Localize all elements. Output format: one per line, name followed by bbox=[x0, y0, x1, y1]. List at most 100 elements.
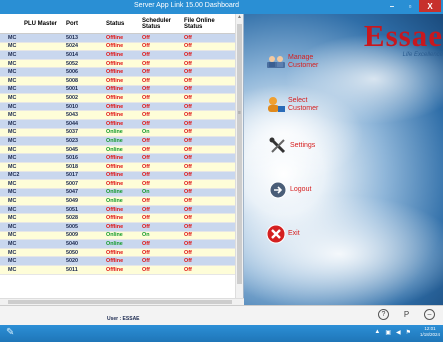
table-row[interactable]: MC 5007 Offline Off Off bbox=[0, 180, 236, 189]
table-row[interactable]: MC 5049 Online Off Off bbox=[0, 197, 236, 206]
close-button[interactable]: X bbox=[419, 0, 441, 12]
logged-in-user: User : ESSAE bbox=[107, 316, 140, 322]
cell-plu-master: MC bbox=[8, 34, 17, 41]
cell-status: Offline bbox=[106, 180, 124, 187]
network-icon[interactable]: ▣ bbox=[385, 329, 391, 336]
scroll-up-arrow-icon[interactable]: ▲ bbox=[236, 14, 243, 22]
exit-button[interactable]: Exit bbox=[266, 224, 300, 244]
manage-customer-button[interactable]: Manage Customer bbox=[266, 52, 328, 72]
col-header-file-online-status[interactable]: File Online Status bbox=[182, 14, 232, 33]
cell-file-online-status: Off bbox=[184, 241, 192, 248]
table-row[interactable]: MC 5020 Offline Off Off bbox=[0, 257, 236, 267]
table-row[interactable]: MC2 5017 Offline Off Off bbox=[0, 171, 236, 181]
table-row[interactable]: MC 5045 Online Off Off bbox=[0, 145, 236, 155]
cell-scheduler-status: On bbox=[142, 129, 150, 136]
cell-scheduler-status: Off bbox=[142, 77, 150, 84]
cell-file-online-status: Off bbox=[184, 172, 192, 179]
vertical-scrollbar[interactable]: ▲ ≡ bbox=[235, 14, 243, 299]
cell-status: Offline bbox=[106, 43, 124, 50]
horizontal-scrollbar[interactable] bbox=[0, 298, 244, 305]
cell-file-online-status: Off bbox=[184, 77, 192, 84]
cell-scheduler-status: Off bbox=[142, 249, 150, 256]
table-row[interactable]: MC 5009 Online On Off bbox=[0, 231, 236, 241]
horizontal-scroll-thumb[interactable] bbox=[8, 300, 232, 304]
table-row[interactable]: MC 5028 Offline Off Off bbox=[0, 214, 236, 224]
table-row[interactable]: MC 5047 Online On Off bbox=[0, 188, 236, 198]
cell-plu-master: MC bbox=[8, 241, 17, 248]
table-row[interactable]: MC 5013 Offline Off Off bbox=[0, 34, 236, 43]
taskbar-clock[interactable]: 12:01 1/18/2024 bbox=[420, 326, 440, 338]
cell-port: 5051 bbox=[66, 206, 78, 213]
cell-scheduler-status: Off bbox=[142, 223, 150, 230]
cell-status: Offline bbox=[106, 112, 124, 119]
manage-customer-label: Manage Customer bbox=[288, 54, 319, 69]
p-icon[interactable]: P bbox=[401, 309, 412, 320]
cell-status: Offline bbox=[106, 86, 124, 93]
table-row[interactable]: MC 5014 Offline Off Off bbox=[0, 51, 236, 60]
cell-port: 5045 bbox=[66, 146, 78, 153]
cell-status: Offline bbox=[106, 266, 124, 273]
table-row[interactable]: MC 5023 Online Off Off bbox=[0, 137, 236, 146]
cell-status: Offline bbox=[106, 223, 124, 230]
volume-icon[interactable]: ◀ bbox=[396, 329, 401, 336]
cell-scheduler-status: Off bbox=[142, 120, 150, 127]
table-row[interactable]: MC 5051 Offline Off Off bbox=[0, 205, 236, 215]
table-row[interactable]: MC 5008 Offline Off Off bbox=[0, 76, 236, 86]
tray-arrow-icon[interactable]: ▲ bbox=[374, 329, 380, 336]
table-row[interactable]: MC 5005 Offline Off Off bbox=[0, 223, 236, 232]
cell-status: Offline bbox=[106, 103, 124, 110]
cell-plu-master: MC bbox=[8, 146, 17, 153]
col-header-scheduler-status[interactable]: Scheduler Status bbox=[138, 14, 182, 33]
table-row[interactable]: MC 5043 Offline Off Off bbox=[0, 111, 236, 120]
table-row[interactable]: MC 5052 Offline Off Off bbox=[0, 59, 236, 69]
users-icon bbox=[266, 52, 286, 72]
window-titlebar: Server App Link 15.00 Dashboard – ▫ X bbox=[0, 0, 443, 14]
table-row[interactable]: MC 5050 Offline Off Off bbox=[0, 248, 236, 258]
scroll-grip-icon: ≡ bbox=[238, 110, 241, 116]
col-header-plu-master[interactable]: PLU Master bbox=[0, 14, 58, 33]
table-row[interactable]: MC 5006 Offline Off Off bbox=[0, 68, 236, 77]
logout-button[interactable]: Logout bbox=[268, 180, 311, 200]
cell-port: 5014 bbox=[66, 51, 78, 58]
cell-port: 5047 bbox=[66, 189, 78, 196]
minimize-icon[interactable]: – bbox=[424, 309, 435, 320]
vertical-scroll-thumb[interactable] bbox=[237, 24, 242, 284]
cell-port: 5010 bbox=[66, 103, 78, 110]
flag-icon[interactable]: ⚑ bbox=[406, 329, 411, 336]
table-row[interactable]: MC 5018 Offline Off Off bbox=[0, 162, 236, 172]
cell-file-online-status: Off bbox=[184, 43, 192, 50]
maximize-button[interactable]: ▫ bbox=[401, 0, 419, 12]
cell-plu-master: MC bbox=[8, 137, 17, 144]
cell-plu-master: MC2 bbox=[8, 172, 20, 179]
col-header-port[interactable]: Port bbox=[58, 14, 106, 33]
table-row[interactable]: MC 5016 Offline Off Off bbox=[0, 154, 236, 163]
table-row[interactable]: MC 5044 Offline Off Off bbox=[0, 119, 236, 129]
clock-date: 1/18/2024 bbox=[419, 332, 440, 337]
cell-file-online-status: Off bbox=[184, 223, 192, 230]
table-row[interactable]: MC 5037 Online On Off bbox=[0, 128, 236, 138]
help-icon[interactable]: ? bbox=[378, 309, 389, 320]
plu-status-grid: PLU Master Port Status Scheduler Status … bbox=[0, 14, 244, 299]
table-row[interactable]: MC 5001 Offline Off Off bbox=[0, 85, 236, 95]
table-row[interactable]: MC 5011 Offline Off Off bbox=[0, 266, 236, 275]
cell-plu-master: MC bbox=[8, 43, 17, 50]
cell-file-online-status: Off bbox=[184, 34, 192, 41]
cell-file-online-status: Off bbox=[184, 198, 192, 205]
cell-plu-master: MC bbox=[8, 112, 17, 119]
col-header-status[interactable]: Status bbox=[106, 14, 138, 33]
cell-file-online-status: Off bbox=[184, 112, 192, 119]
settings-button[interactable]: Settings bbox=[268, 136, 315, 156]
minimize-button[interactable]: – bbox=[383, 0, 401, 12]
app-taskbar-icon[interactable]: ✎ bbox=[6, 327, 20, 340]
table-row[interactable]: MC 5002 Offline Off Off bbox=[0, 94, 236, 103]
cell-plu-master: MC bbox=[8, 120, 17, 127]
table-row[interactable]: MC 5040 Online Off Off bbox=[0, 240, 236, 249]
cell-status: Offline bbox=[106, 163, 124, 170]
cell-plu-master: MC bbox=[8, 258, 17, 265]
table-row[interactable]: MC 5010 Offline Off Off bbox=[0, 102, 236, 112]
select-customer-button[interactable]: Select Customer bbox=[266, 95, 328, 115]
table-row[interactable]: MC 5024 Offline Off Off bbox=[0, 42, 236, 52]
cell-port: 5049 bbox=[66, 198, 78, 205]
cell-scheduler-status: Off bbox=[142, 43, 150, 50]
cell-file-online-status: Off bbox=[184, 86, 192, 93]
